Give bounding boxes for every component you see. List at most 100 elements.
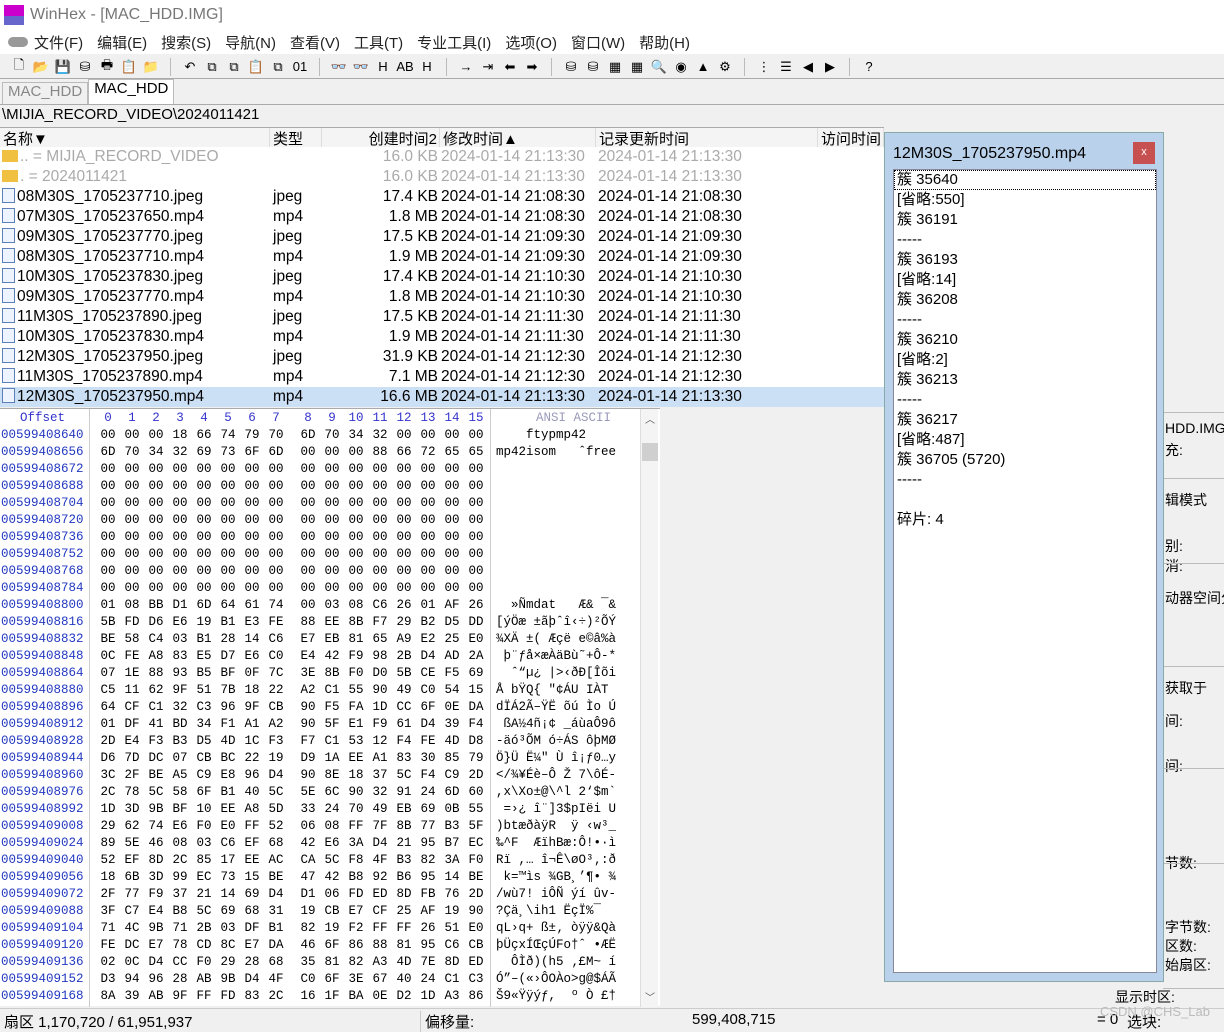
list-icon[interactable]: ☰ (777, 58, 795, 76)
hex-byte[interactable]: 41 (144, 717, 168, 731)
hex-byte[interactable]: 9F (240, 700, 264, 714)
hex-byte[interactable]: 90 (344, 785, 368, 799)
hex-byte[interactable]: 00 (344, 445, 368, 459)
hex-byte[interactable]: DA (264, 938, 288, 952)
hex-byte[interactable]: 42 (296, 836, 320, 850)
hex-byte[interactable]: 7E (416, 955, 440, 969)
hex-row[interactable]: 00599408896 64 CF C1 32 C3 96 9F CB 90 F5 FA 1D CC 6F 0… (0, 700, 640, 717)
ascii-text[interactable]: [ýÖæ ±ãþˆî‹÷)²ÕÝ (496, 615, 616, 629)
hex-byte[interactable]: 01 (96, 717, 120, 731)
menu-item[interactable]: 窗口(W) (571, 32, 625, 53)
hex-byte[interactable]: 29 (96, 819, 120, 833)
hex-byte[interactable]: 6D (264, 445, 288, 459)
hex-byte[interactable]: 2D (464, 768, 488, 782)
hex-byte[interactable]: FD (216, 989, 240, 1003)
hex-byte[interactable]: D4 (240, 972, 264, 986)
hex-byte[interactable]: 00 (344, 564, 368, 578)
hex-row[interactable]: 00599409152 D3 94 96 28 AB 9B D4 4F C0 6F 3E 67 40 24 C… (0, 972, 640, 989)
hex-byte[interactable]: F5 (320, 700, 344, 714)
hex-byte[interactable]: 81 (344, 632, 368, 646)
hex-byte[interactable]: C9 (192, 768, 216, 782)
hex-byte[interactable]: FA (344, 700, 368, 714)
hex-byte[interactable]: 26 (464, 598, 488, 612)
hex-byte[interactable]: B1 (264, 921, 288, 935)
hex-byte[interactable]: FF (344, 819, 368, 833)
menu-item[interactable]: 帮助(H) (639, 32, 690, 53)
hex-byte[interactable]: ED (464, 955, 488, 969)
next-icon[interactable]: ▶ (821, 58, 839, 76)
hex-byte[interactable]: 35 (296, 955, 320, 969)
hex-byte[interactable]: D4 (416, 649, 440, 663)
hex-byte[interactable]: DC (120, 938, 144, 952)
hex-byte[interactable]: B3 (392, 853, 416, 867)
hex-byte[interactable]: EB (320, 632, 344, 646)
hex-byte[interactable]: 00 (96, 513, 120, 527)
hex-byte[interactable]: CF (368, 904, 392, 918)
hex-byte[interactable]: 00 (240, 530, 264, 544)
hex-byte[interactable]: 6D (440, 785, 464, 799)
hex-byte[interactable]: 32 (168, 445, 192, 459)
hex-byte[interactable]: 00 (440, 564, 464, 578)
menu-item[interactable]: 搜索(S) (161, 32, 211, 53)
hex-byte[interactable]: 46 (296, 938, 320, 952)
hex-byte[interactable]: 00 (392, 496, 416, 510)
hex-row[interactable]: 00599408656 6D 70 34 32 69 73 6F 6D 00 00 00 88 66 72 6… (0, 445, 640, 462)
hex-byte[interactable]: 70 (264, 428, 288, 442)
hex-byte[interactable]: 00 (192, 530, 216, 544)
hex-byte[interactable]: 3D (120, 802, 144, 816)
hex-row[interactable]: 00599408960 3C 2F BE A5 C9 E8 96 D4 90 8E 18 37 5C F4 C… (0, 768, 640, 785)
hex-byte[interactable]: 03 (216, 921, 240, 935)
cluster-list-item[interactable]: 簇 36217 (894, 410, 1156, 430)
hex-byte[interactable]: 00 (464, 530, 488, 544)
hex-byte[interactable]: F9 (368, 717, 392, 731)
hex-byte[interactable]: 90 (296, 717, 320, 731)
hex-byte[interactable]: 00 (320, 530, 344, 544)
hex-byte[interactable]: EE (216, 802, 240, 816)
hex-byte[interactable]: 5F (320, 717, 344, 731)
hex-byte[interactable]: 22 (240, 751, 264, 765)
hex-byte[interactable]: E8 (216, 768, 240, 782)
ascii-text[interactable]: ‰^F ÆïhBæ:Ô!•·ì (496, 836, 616, 850)
cluster-list-item[interactable]: ----- (894, 310, 1156, 330)
hex-byte[interactable]: 8D (392, 887, 416, 901)
cluster-list[interactable]: 簇 35640 [省略:550] 簇 36191 ----- 簇 36193 [省略:14… (893, 169, 1157, 973)
hex-byte[interactable]: 00 (296, 445, 320, 459)
hex-byte[interactable]: 8D (440, 955, 464, 969)
hex-byte[interactable]: C6 (264, 632, 288, 646)
hex-byte[interactable]: 34 (192, 717, 216, 731)
hex-byte[interactable]: 82 (416, 853, 440, 867)
hex-byte[interactable]: 6D (296, 428, 320, 442)
hex-row[interactable]: 00599409120 FE DC E7 78 CD 8C E7 DA 46 6F 86 88 81 95 C… (0, 938, 640, 955)
ascii-text[interactable]: þ¨ƒå×æÀäBù˜+Ô-* (496, 649, 617, 663)
hex-byte[interactable]: 8B (320, 666, 344, 680)
hex-byte[interactable]: 4F (368, 853, 392, 867)
hex-byte[interactable]: 17 (216, 853, 240, 867)
cluster-list-item[interactable]: ----- (894, 230, 1156, 250)
hex-byte[interactable]: F7 (368, 615, 392, 629)
hex-byte[interactable]: E0 (464, 632, 488, 646)
hex-byte[interactable]: 3F (96, 904, 120, 918)
hex-byte[interactable]: 00 (216, 530, 240, 544)
hex-byte[interactable]: 00 (120, 479, 144, 493)
hex-byte[interactable]: 90 (296, 768, 320, 782)
cluster-list-item[interactable]: 簇 36213 (894, 370, 1156, 390)
cluster-list-item[interactable]: 簇 36193 (894, 250, 1156, 270)
hex-byte[interactable]: 00 (168, 479, 192, 493)
hex-byte[interactable]: 47 (296, 870, 320, 884)
hex-row[interactable]: 00599408800 01 08 BB D1 6D 64 61 74 00 03 08 C6 26 01 A… (0, 598, 640, 615)
hex-byte[interactable]: 64 (216, 598, 240, 612)
file-row[interactable]: 12M30S_1705237950.mp4 mp4 16.6 MB 2024-01-1… (0, 387, 884, 407)
cluster-list-item[interactable]: 簇 36208 (894, 290, 1156, 310)
hex-byte[interactable]: 33 (296, 802, 320, 816)
hex-byte[interactable]: 77 (416, 819, 440, 833)
hex-byte[interactable]: 29 (392, 615, 416, 629)
hex-byte[interactable]: 95 (416, 938, 440, 952)
hex-byte[interactable]: C6 (216, 836, 240, 850)
hex-byte[interactable]: FE (416, 734, 440, 748)
hex-byte[interactable]: 06 (296, 819, 320, 833)
hex-byte[interactable]: 26 (392, 598, 416, 612)
hex-byte[interactable]: 00 (344, 462, 368, 476)
hex-byte[interactable]: 00 (192, 496, 216, 510)
hex-byte[interactable]: AF (416, 904, 440, 918)
hex-byte[interactable]: EC (192, 870, 216, 884)
